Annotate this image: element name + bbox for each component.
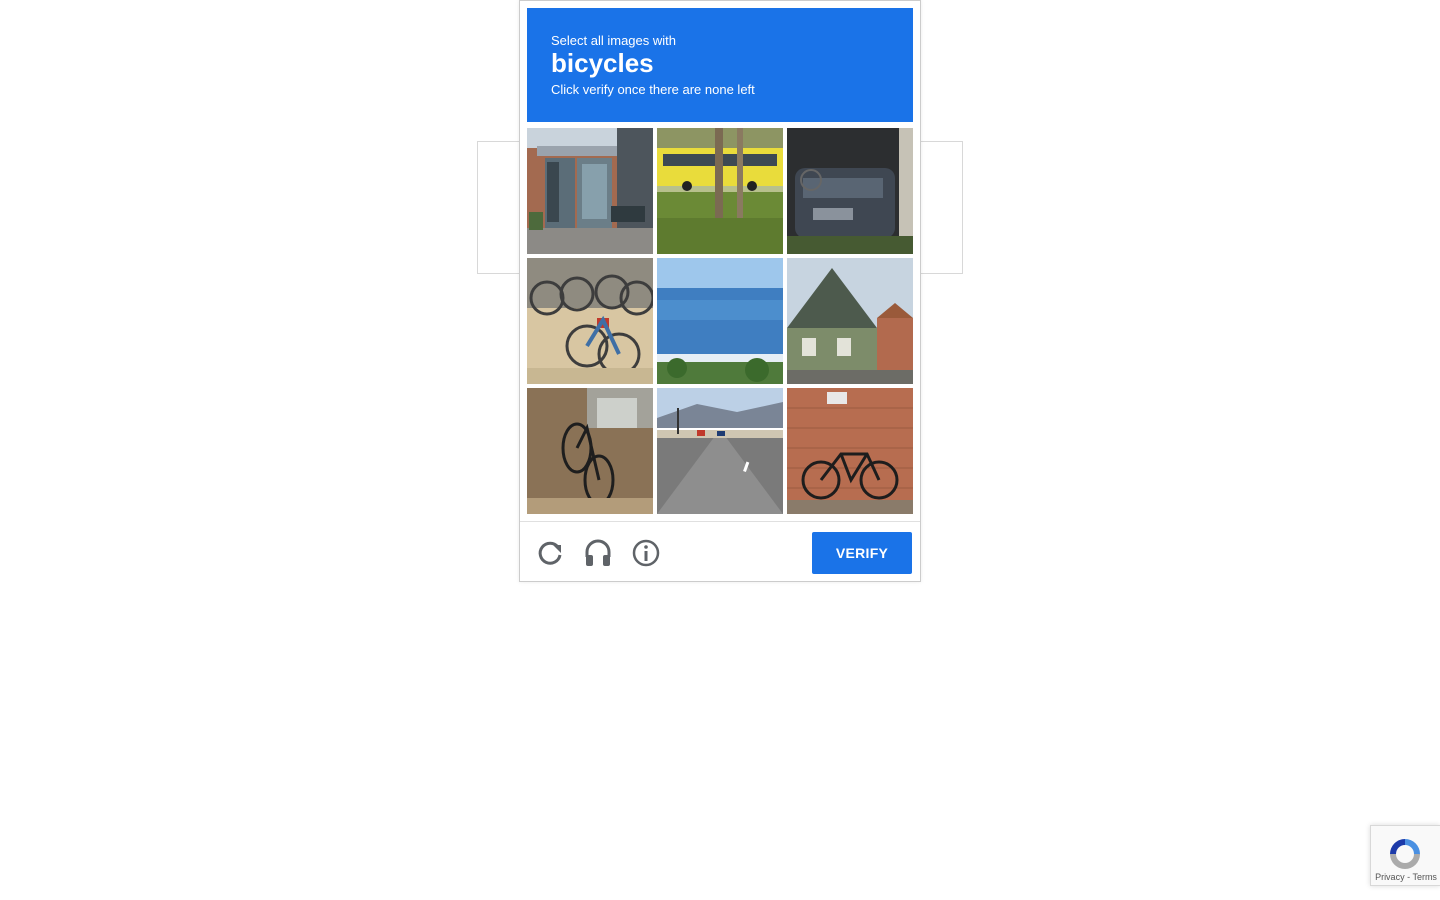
tile-car-garage[interactable] [787, 128, 913, 254]
privacy-link[interactable]: Privacy [1375, 872, 1405, 882]
image-grid [527, 128, 913, 514]
link-separator: - [1407, 872, 1411, 882]
tile-bicycle-sidewalk[interactable] [527, 388, 653, 514]
recaptcha-challenge-dialog: Select all images with bicycles Click ve… [519, 0, 921, 582]
tile-building-entrance[interactable] [527, 128, 653, 254]
tile-road[interactable] [657, 388, 783, 514]
tile-ocean-view[interactable] [657, 258, 783, 384]
recaptcha-badge: Privacy - Terms [1370, 825, 1440, 886]
verify-button[interactable]: VERIFY [812, 532, 912, 574]
terms-link[interactable]: Terms [1412, 872, 1437, 882]
recaptcha-logo-icon [1387, 836, 1423, 872]
challenge-header: Select all images with bicycles Click ve… [527, 8, 913, 122]
tile-bicycle-wall[interactable] [787, 388, 913, 514]
tile-yellow-bus-tree[interactable] [657, 128, 783, 254]
instruction-text: Select all images with [551, 33, 676, 48]
badge-links: Privacy - Terms [1371, 872, 1440, 882]
tile-bike-rack[interactable] [527, 258, 653, 384]
challenge-keyword: bicycles [551, 48, 654, 78]
tile-old-house[interactable] [787, 258, 913, 384]
instruction-subtext: Click verify once there are none left [551, 82, 755, 97]
info-icon[interactable] [630, 537, 662, 569]
headphones-icon[interactable] [582, 537, 614, 569]
reload-icon[interactable] [534, 537, 566, 569]
challenge-footer: VERIFY [520, 521, 920, 582]
